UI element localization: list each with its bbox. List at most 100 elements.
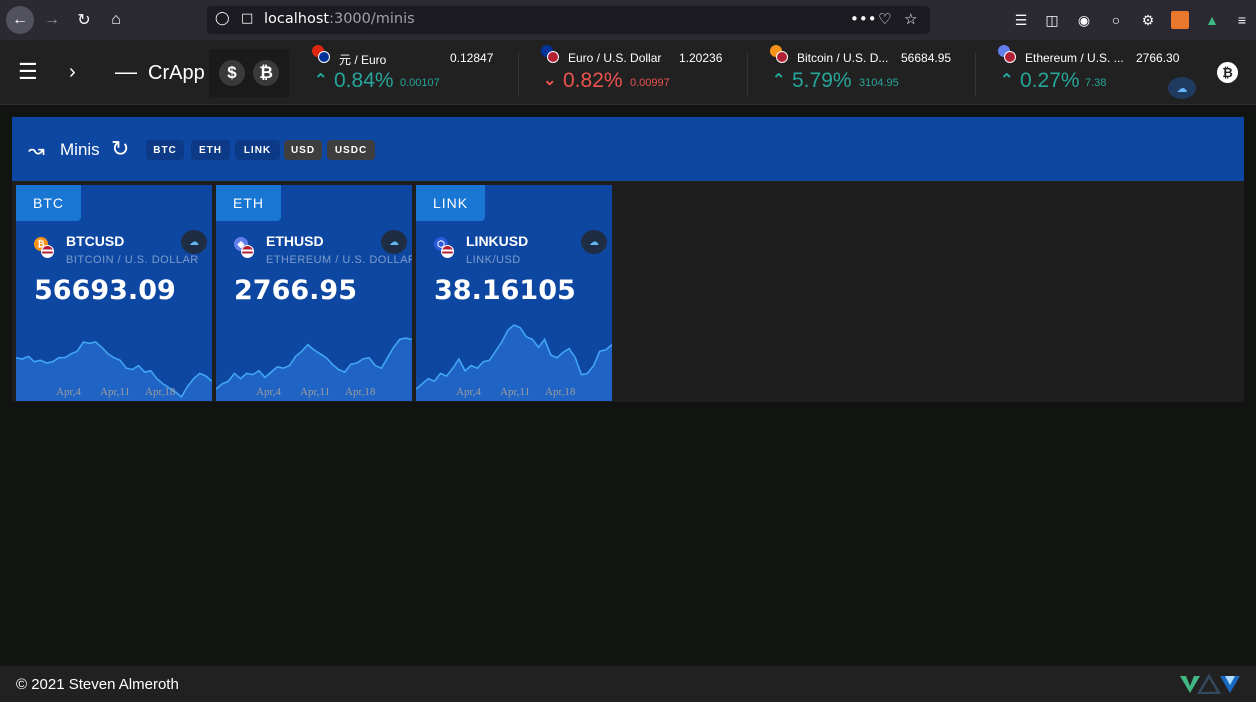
- card-price: 56693.09: [34, 275, 176, 306]
- back-arrow-icon[interactable]: ←: [6, 6, 34, 34]
- cloud-icon[interactable]: ☁: [581, 230, 607, 254]
- chainlink-usd-coin-icon: ⬡: [434, 237, 454, 259]
- card-symbol: ETHUSD: [266, 233, 324, 249]
- bitcoin-icon[interactable]: ₿: [253, 60, 279, 86]
- ticker-change: 0.00997: [630, 77, 670, 89]
- ticker-name: Ethereum / U.S. ...: [1025, 51, 1124, 65]
- cloud-icon[interactable]: ☁: [381, 230, 407, 254]
- trending-up-icon: ↝: [28, 140, 45, 162]
- card-symbol: BTCUSD: [66, 233, 125, 249]
- card-subtitle: BITCOIN / U.S. DOLLAR: [66, 254, 199, 266]
- currency-switch[interactable]: $ ₿: [209, 49, 289, 97]
- ticker-price: 2766.30: [1136, 51, 1180, 65]
- mini-card-btc[interactable]: BTC ₿ BTCUSD BITCOIN / U.S. DOLLAR ☁ 566…: [16, 185, 212, 401]
- ticker-percent: 0.82%: [563, 69, 623, 92]
- url-host: localhost: [264, 11, 330, 27]
- flag-eth-us-icon: [998, 45, 1016, 63]
- ticker-eth-usd[interactable]: Ethereum / U.S. ... 2766.30 ⌃ 0.27% 7.38: [998, 40, 1188, 105]
- x-axis-label: Apr,4: [256, 386, 281, 398]
- ticker-percent: 0.84%: [334, 69, 394, 92]
- x-axis-label: Apr,18: [545, 386, 576, 398]
- shield-icon[interactable]: ◯: [215, 11, 230, 26]
- refresh-icon[interactable]: ↻: [111, 136, 129, 162]
- mini-card-eth[interactable]: ETH ◆ ETHUSD ETHEREUM / U.S. DOLLAR ☁ 27…: [216, 185, 412, 401]
- chip-link[interactable]: LINK: [235, 140, 280, 160]
- extension-icon[interactable]: ○: [1107, 11, 1125, 29]
- card-tab[interactable]: ETH: [216, 185, 281, 221]
- card-tab[interactable]: LINK: [416, 185, 486, 221]
- cloud-icon[interactable]: ☁: [1168, 77, 1196, 99]
- browser-toolbar: ← → ↻ ⌂ ◯ □ localhost:3000/minis ••• ♡ ☆…: [0, 0, 1256, 40]
- bookmark-star-icon[interactable]: ☆: [904, 10, 917, 28]
- ticker-change: 3104.95: [859, 77, 899, 89]
- divider: [518, 52, 519, 96]
- app-brand[interactable]: CrApp: [148, 62, 205, 85]
- panel-title: Minis: [60, 140, 100, 159]
- home-icon[interactable]: ⌂: [102, 6, 130, 34]
- cloud-icon[interactable]: ☁: [181, 230, 207, 254]
- ticker-price: 0.12847: [450, 51, 494, 65]
- library-icon[interactable]: ☰: [1012, 11, 1030, 29]
- flag-btc-us-icon: [770, 45, 788, 63]
- gear-icon[interactable]: ⚙: [1139, 11, 1157, 29]
- ticker-price: 1.20236: [679, 51, 723, 65]
- chip-usd[interactable]: USD: [284, 140, 322, 160]
- minus-icon[interactable]: —: [115, 60, 137, 84]
- app-bar: ☰ › — CrApp $ ₿ 元 / Euro 0.12847 ⌃ 0.84%…: [0, 40, 1256, 105]
- copyright-text: © 2021 Steven Almeroth: [16, 676, 179, 693]
- chip-btc[interactable]: BTC: [146, 140, 184, 160]
- card-price: 38.16105: [434, 275, 576, 306]
- flag-cn-eu-icon: [312, 45, 330, 63]
- ticker-percent: 5.79%: [792, 69, 852, 92]
- account-icon[interactable]: ◉: [1075, 11, 1093, 29]
- card-price: 2766.95: [234, 275, 357, 306]
- arrow-up-icon: ⌃: [772, 72, 786, 89]
- hamburger-menu-icon[interactable]: ≡: [1233, 11, 1251, 29]
- divider: [747, 52, 748, 96]
- bitcoin-icon[interactable]: ₿: [1217, 62, 1238, 83]
- ticker-percent: 0.27%: [1020, 69, 1080, 92]
- vue-devtools-icon[interactable]: ▲: [1203, 11, 1221, 29]
- ticker-change: 7.38: [1085, 77, 1107, 89]
- card-symbol: LINKUSD: [466, 233, 529, 249]
- arrow-up-icon: ⌃: [1000, 72, 1014, 89]
- page-icon: □: [241, 11, 254, 26]
- ticker-eur-usd[interactable]: Euro / U.S. Dollar 1.20236 ⌄ 0.82% 0.009…: [541, 40, 731, 105]
- forward-arrow-icon[interactable]: →: [38, 6, 66, 34]
- pocket-icon[interactable]: ♡: [878, 10, 891, 28]
- x-axis-label: Apr,11: [500, 386, 531, 398]
- card-tab[interactable]: BTC: [16, 185, 81, 221]
- chip-usdc[interactable]: USDC: [327, 140, 375, 160]
- arrow-up-icon: ⌃: [314, 72, 328, 89]
- x-axis-label: Apr,18: [145, 386, 176, 398]
- footer: © 2021 Steven Almeroth: [0, 666, 1256, 702]
- address-bar[interactable]: ◯ □ localhost:3000/minis ••• ♡ ☆: [207, 6, 930, 34]
- x-axis-label: Apr,4: [456, 386, 481, 398]
- minis-panel: ↝ Minis ↻ BTC ETH LINK USD USDC BTC ₿ BT…: [12, 117, 1244, 402]
- vue-vuetify-logo-icon: [1180, 674, 1240, 694]
- reload-icon[interactable]: ↻: [70, 6, 98, 34]
- ticker-name: Euro / U.S. Dollar: [568, 51, 662, 65]
- card-subtitle: LINK/USD: [466, 254, 521, 266]
- url-text[interactable]: localhost:3000/minis: [264, 11, 415, 27]
- chip-eth[interactable]: ETH: [191, 140, 230, 160]
- ticker-name: Bitcoin / U.S. D...: [797, 51, 889, 65]
- more-icon[interactable]: •••: [850, 10, 877, 28]
- ticker-name: 元 / Euro: [339, 53, 387, 67]
- panel-header: ↝ Minis ↻ BTC ETH LINK USD USDC: [12, 117, 1244, 181]
- x-axis-label: Apr,11: [100, 386, 131, 398]
- menu-icon[interactable]: ☰: [18, 60, 38, 84]
- ticker-btc-usd[interactable]: Bitcoin / U.S. D... 56684.95 ⌃ 5.79% 310…: [770, 40, 960, 105]
- mini-card-link[interactable]: LINK ⬡ LINKUSD LINK/USD ☁ 38.16105 Apr,4…: [416, 185, 612, 401]
- x-axis-label: Apr,11: [300, 386, 331, 398]
- ticker-cny-eur[interactable]: 元 / Euro 0.12847 ⌃ 0.84% 0.00107: [312, 40, 502, 105]
- chevron-right-icon[interactable]: ›: [69, 60, 76, 84]
- dollar-icon[interactable]: $: [219, 60, 245, 86]
- bitcoin-usd-coin-icon: ₿: [34, 237, 54, 259]
- ticker-price: 56684.95: [901, 51, 952, 65]
- sidebar-icon[interactable]: ◫: [1043, 11, 1061, 29]
- x-axis-label: Apr,4: [56, 386, 81, 398]
- flag-eu-us-icon: [541, 45, 559, 63]
- ethereum-usd-coin-icon: ◆: [234, 237, 254, 259]
- extension-orange-icon[interactable]: [1171, 11, 1189, 29]
